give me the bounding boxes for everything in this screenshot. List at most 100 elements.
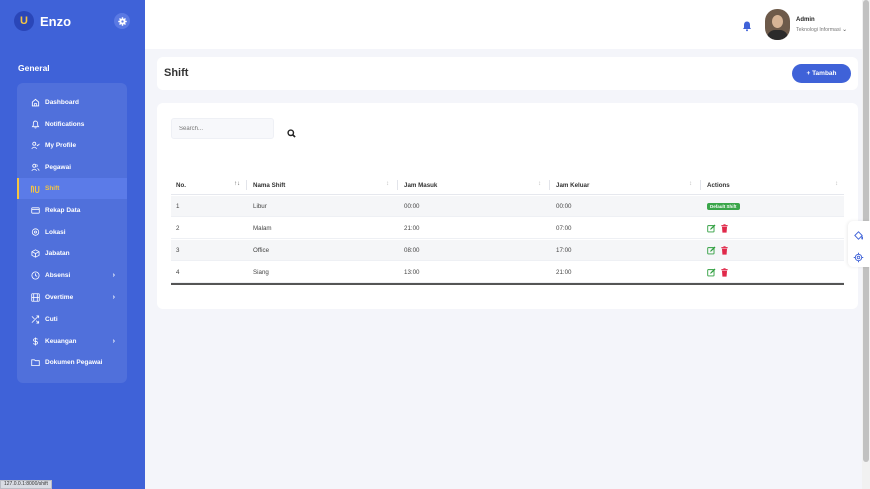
edit-icon[interactable] (707, 268, 716, 277)
credit-card-icon (30, 206, 40, 216)
table-cell-no: 3 (176, 247, 180, 254)
table-cell-nama: Libur (253, 203, 267, 210)
table-cell-actions (702, 240, 733, 261)
table-cell-keluar: 17:00 (556, 247, 572, 254)
gear-icon[interactable] (853, 250, 864, 263)
shift-table-card: No. ↑↓ Nama Shift ↕ Jam Masuk ↕ Jam Keluar ↕… (157, 103, 858, 309)
column-header-nama-shift[interactable]: Nama Shift ↕ (248, 175, 395, 195)
sidebar-item-keuangan[interactable]: Keuangan › (17, 331, 127, 352)
table-cell-masuk: 21:00 (404, 225, 420, 232)
sidebar-item-jabatan[interactable]: Jabatan (17, 243, 127, 264)
sidebar-item-cuti[interactable]: Cuti (17, 309, 127, 330)
column-header-label: Nama Shift (253, 181, 286, 189)
sidebar: U Enzo General Dashboard Notifications My … (0, 0, 145, 489)
column-header-jam-keluar[interactable]: Jam Keluar ↕ (551, 175, 698, 195)
paint-bucket-icon[interactable] (853, 228, 864, 240)
sidebar-item-dokumen-pegawai[interactable]: Dokumen Pegawai (17, 352, 127, 373)
sidebar-item-pegawai[interactable]: Pegawai (17, 157, 127, 178)
sort-icon: ↕ (538, 181, 541, 187)
topbar (145, 0, 870, 49)
user-check-icon (30, 141, 40, 151)
table-cell-keluar: 21:00 (556, 269, 572, 276)
column-header-jam-masuk[interactable]: Jam Masuk ↕ (399, 175, 547, 195)
sidebar-item-dashboard[interactable]: Dashboard (17, 92, 127, 113)
sort-icon: ↑↓ (234, 181, 240, 187)
table-cell-no: 4 (176, 269, 180, 276)
table-cell-masuk: 08:00 (404, 247, 420, 254)
sidebar-item-label: My Profile (45, 142, 77, 149)
add-shift-button[interactable]: + Tambah (792, 64, 851, 83)
user-role[interactable]: Teknologi Informasi ⌄ (796, 26, 847, 33)
user-name[interactable]: Admin (796, 17, 815, 23)
table-cell-masuk: 13:00 (404, 269, 420, 276)
folder-icon (30, 358, 40, 368)
chevron-right-icon: › (112, 338, 115, 345)
user-role-text: Teknologi Informasi (796, 27, 841, 33)
sidebar-item-label: Jabatan (45, 250, 70, 257)
search-input[interactable] (171, 118, 274, 139)
brand-name: Enzo (40, 13, 72, 29)
sidebar-item-overtime[interactable]: Overtime › (17, 287, 127, 308)
avatar[interactable] (765, 9, 790, 40)
dollar-icon (30, 337, 40, 347)
box-icon (30, 249, 40, 259)
users-icon (30, 163, 40, 173)
shuffle-icon (30, 315, 40, 325)
table-cell-actions (702, 218, 733, 239)
column-header-no[interactable]: No. ↑↓ (171, 175, 246, 195)
table-cell-no: 2 (176, 225, 180, 232)
sidebar-item-notifications[interactable]: Notifications (17, 114, 127, 135)
brand[interactable]: U Enzo (14, 11, 71, 31)
delete-icon[interactable] (720, 246, 729, 255)
sidebar-item-rekap-data[interactable]: Rekap Data (17, 200, 127, 221)
sidebar-item-label: Cuti (45, 316, 58, 323)
home-icon (30, 98, 40, 108)
table-cell-nama: Siang (253, 269, 269, 276)
sidebar-section-title: General (18, 63, 50, 73)
sidebar-item-label: Notifications (45, 121, 85, 128)
sidebar-item-label: Absensi (45, 272, 71, 279)
page-title: Shift (164, 67, 189, 79)
sidebar-item-my-profile[interactable]: My Profile (17, 135, 127, 156)
sidebar-item-absensi[interactable]: Absensi › (17, 265, 127, 286)
sidebar-item-shift[interactable]: Shift (17, 178, 127, 199)
edit-icon[interactable] (707, 224, 716, 233)
chevron-right-icon: › (112, 294, 115, 301)
sort-icon: ↕ (689, 181, 692, 187)
column-header-actions[interactable]: Actions ↕ (702, 175, 844, 195)
sidebar-item-label: Rekap Data (45, 207, 81, 214)
table-header: No. ↑↓ Nama Shift ↕ Jam Masuk ↕ Jam Keluar ↕… (171, 175, 844, 195)
sidebar-item-label: Keuangan (45, 338, 77, 345)
sidebar-item-label: Lokasi (45, 229, 66, 236)
table-cell-nama: Malam (253, 225, 272, 232)
table-cell-no: 1 (176, 203, 180, 210)
table-cell-keluar: 00:00 (556, 203, 572, 210)
delete-icon[interactable] (720, 268, 729, 277)
sidebar-item-label: Dokumen Pegawai (45, 359, 103, 366)
shift-icon (30, 184, 40, 194)
table-cell-masuk: 00:00 (404, 203, 420, 210)
clock-icon (30, 271, 40, 281)
notification-bell-icon[interactable] (741, 19, 753, 32)
column-header-label: Jam Keluar (556, 181, 590, 189)
map-pin-icon (30, 228, 40, 238)
delete-icon[interactable] (720, 224, 729, 233)
page-header: Shift + Tambah (157, 57, 858, 90)
sidebar-item-label: Pegawai (45, 164, 72, 171)
sidebar-item-lokasi[interactable]: Lokasi (17, 222, 127, 243)
film-icon (30, 293, 40, 303)
table-cell-nama: Office (253, 247, 270, 254)
table-row: 1 Libur 00:00 00:00 Default Shift (171, 196, 844, 217)
table-cell-actions (702, 262, 733, 283)
default-shift-badge: Default Shift (707, 203, 740, 210)
sidebar-item-label: Overtime (45, 294, 74, 301)
bell-icon (30, 120, 40, 130)
column-header-label: No. (176, 181, 186, 189)
table-row: 4 Siang 13:00 21:00 (171, 262, 844, 283)
settings-gear-icon[interactable] (114, 13, 130, 29)
column-header-label: Actions (707, 181, 730, 189)
chevron-right-icon: › (112, 272, 115, 279)
table-cell-actions: Default Shift (702, 196, 740, 217)
edit-icon[interactable] (707, 246, 716, 255)
search-icon[interactable] (287, 125, 296, 138)
